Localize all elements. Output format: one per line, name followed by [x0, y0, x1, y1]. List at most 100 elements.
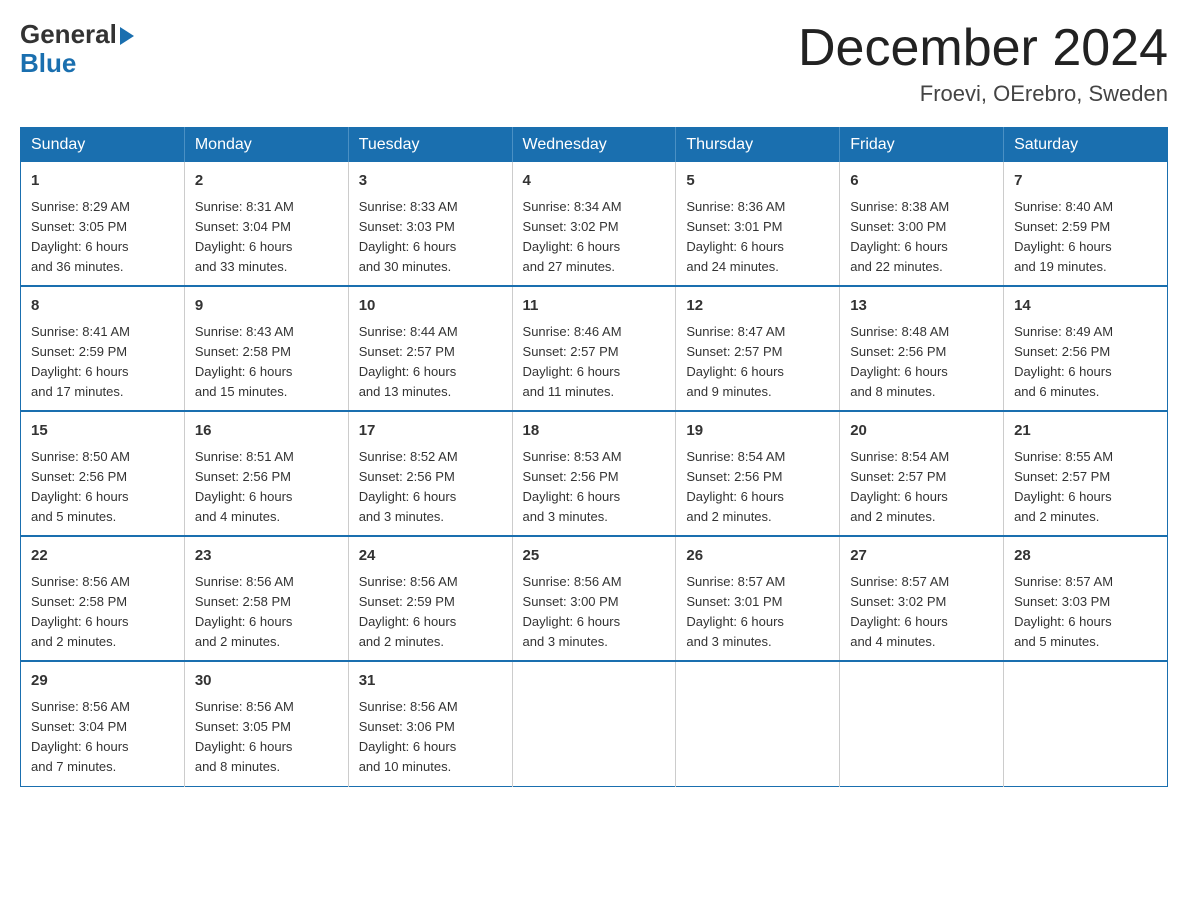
day-number: 2 — [195, 170, 338, 193]
header-wednesday: Wednesday — [512, 128, 676, 163]
header-saturday: Saturday — [1004, 128, 1168, 163]
day-info: Sunrise: 8:47 AMSunset: 2:57 PMDaylight:… — [686, 324, 785, 399]
calendar-cell — [1004, 661, 1168, 786]
logo-general-text: General — [20, 20, 134, 49]
day-number: 17 — [359, 420, 502, 443]
day-number: 8 — [31, 295, 174, 318]
calendar-cell: 22 Sunrise: 8:56 AMSunset: 2:58 PMDaylig… — [21, 536, 185, 661]
header-friday: Friday — [840, 128, 1004, 163]
day-info: Sunrise: 8:36 AMSunset: 3:01 PMDaylight:… — [686, 199, 785, 274]
day-info: Sunrise: 8:40 AMSunset: 2:59 PMDaylight:… — [1014, 199, 1113, 274]
calendar-cell — [840, 661, 1004, 786]
calendar-cell: 25 Sunrise: 8:56 AMSunset: 3:00 PMDaylig… — [512, 536, 676, 661]
header-sunday: Sunday — [21, 128, 185, 163]
page-header: General Blue December 2024 Froevi, OEreb… — [20, 20, 1168, 107]
day-number: 27 — [850, 545, 993, 568]
day-info: Sunrise: 8:56 AMSunset: 3:06 PMDaylight:… — [359, 699, 458, 774]
day-number: 23 — [195, 545, 338, 568]
day-number: 25 — [523, 545, 666, 568]
day-number: 28 — [1014, 545, 1157, 568]
day-info: Sunrise: 8:50 AMSunset: 2:56 PMDaylight:… — [31, 449, 130, 524]
calendar-cell: 8 Sunrise: 8:41 AMSunset: 2:59 PMDayligh… — [21, 286, 185, 411]
calendar-cell: 13 Sunrise: 8:48 AMSunset: 2:56 PMDaylig… — [840, 286, 1004, 411]
logo: General Blue — [20, 20, 134, 77]
day-info: Sunrise: 8:43 AMSunset: 2:58 PMDaylight:… — [195, 324, 294, 399]
day-number: 12 — [686, 295, 829, 318]
day-number: 10 — [359, 295, 502, 318]
day-info: Sunrise: 8:55 AMSunset: 2:57 PMDaylight:… — [1014, 449, 1113, 524]
day-info: Sunrise: 8:52 AMSunset: 2:56 PMDaylight:… — [359, 449, 458, 524]
calendar-cell — [512, 661, 676, 786]
calendar-week-3: 15 Sunrise: 8:50 AMSunset: 2:56 PMDaylig… — [21, 411, 1168, 536]
day-number: 13 — [850, 295, 993, 318]
calendar-cell: 5 Sunrise: 8:36 AMSunset: 3:01 PMDayligh… — [676, 162, 840, 286]
day-info: Sunrise: 8:57 AMSunset: 3:01 PMDaylight:… — [686, 574, 785, 649]
day-number: 16 — [195, 420, 338, 443]
month-title: December 2024 — [798, 20, 1168, 77]
calendar-cell: 26 Sunrise: 8:57 AMSunset: 3:01 PMDaylig… — [676, 536, 840, 661]
day-info: Sunrise: 8:29 AMSunset: 3:05 PMDaylight:… — [31, 199, 130, 274]
calendar-cell: 14 Sunrise: 8:49 AMSunset: 2:56 PMDaylig… — [1004, 286, 1168, 411]
calendar-cell: 30 Sunrise: 8:56 AMSunset: 3:05 PMDaylig… — [184, 661, 348, 786]
calendar-week-4: 22 Sunrise: 8:56 AMSunset: 2:58 PMDaylig… — [21, 536, 1168, 661]
calendar-cell: 21 Sunrise: 8:55 AMSunset: 2:57 PMDaylig… — [1004, 411, 1168, 536]
day-info: Sunrise: 8:53 AMSunset: 2:56 PMDaylight:… — [523, 449, 622, 524]
day-info: Sunrise: 8:56 AMSunset: 3:05 PMDaylight:… — [195, 699, 294, 774]
calendar-cell: 6 Sunrise: 8:38 AMSunset: 3:00 PMDayligh… — [840, 162, 1004, 286]
day-number: 22 — [31, 545, 174, 568]
day-info: Sunrise: 8:56 AMSunset: 2:59 PMDaylight:… — [359, 574, 458, 649]
calendar-cell: 9 Sunrise: 8:43 AMSunset: 2:58 PMDayligh… — [184, 286, 348, 411]
day-info: Sunrise: 8:46 AMSunset: 2:57 PMDaylight:… — [523, 324, 622, 399]
day-number: 5 — [686, 170, 829, 193]
day-info: Sunrise: 8:56 AMSunset: 3:04 PMDaylight:… — [31, 699, 130, 774]
calendar-cell: 3 Sunrise: 8:33 AMSunset: 3:03 PMDayligh… — [348, 162, 512, 286]
calendar-cell: 15 Sunrise: 8:50 AMSunset: 2:56 PMDaylig… — [21, 411, 185, 536]
day-info: Sunrise: 8:54 AMSunset: 2:57 PMDaylight:… — [850, 449, 949, 524]
day-number: 30 — [195, 670, 338, 693]
day-info: Sunrise: 8:33 AMSunset: 3:03 PMDaylight:… — [359, 199, 458, 274]
day-number: 9 — [195, 295, 338, 318]
day-info: Sunrise: 8:51 AMSunset: 2:56 PMDaylight:… — [195, 449, 294, 524]
day-number: 15 — [31, 420, 174, 443]
calendar-cell: 1 Sunrise: 8:29 AMSunset: 3:05 PMDayligh… — [21, 162, 185, 286]
calendar-cell: 2 Sunrise: 8:31 AMSunset: 3:04 PMDayligh… — [184, 162, 348, 286]
day-info: Sunrise: 8:38 AMSunset: 3:00 PMDaylight:… — [850, 199, 949, 274]
day-info: Sunrise: 8:56 AMSunset: 2:58 PMDaylight:… — [31, 574, 130, 649]
calendar-week-1: 1 Sunrise: 8:29 AMSunset: 3:05 PMDayligh… — [21, 162, 1168, 286]
day-info: Sunrise: 8:57 AMSunset: 3:03 PMDaylight:… — [1014, 574, 1113, 649]
calendar-week-5: 29 Sunrise: 8:56 AMSunset: 3:04 PMDaylig… — [21, 661, 1168, 786]
day-number: 24 — [359, 545, 502, 568]
calendar-cell: 10 Sunrise: 8:44 AMSunset: 2:57 PMDaylig… — [348, 286, 512, 411]
day-number: 14 — [1014, 295, 1157, 318]
day-info: Sunrise: 8:41 AMSunset: 2:59 PMDaylight:… — [31, 324, 130, 399]
day-info: Sunrise: 8:48 AMSunset: 2:56 PMDaylight:… — [850, 324, 949, 399]
calendar-cell: 7 Sunrise: 8:40 AMSunset: 2:59 PMDayligh… — [1004, 162, 1168, 286]
calendar-cell: 20 Sunrise: 8:54 AMSunset: 2:57 PMDaylig… — [840, 411, 1004, 536]
day-number: 7 — [1014, 170, 1157, 193]
day-number: 1 — [31, 170, 174, 193]
day-number: 6 — [850, 170, 993, 193]
day-number: 31 — [359, 670, 502, 693]
calendar-cell: 24 Sunrise: 8:56 AMSunset: 2:59 PMDaylig… — [348, 536, 512, 661]
calendar-table: Sunday Monday Tuesday Wednesday Thursday… — [20, 127, 1168, 786]
header-tuesday: Tuesday — [348, 128, 512, 163]
calendar-cell: 18 Sunrise: 8:53 AMSunset: 2:56 PMDaylig… — [512, 411, 676, 536]
day-number: 19 — [686, 420, 829, 443]
day-number: 18 — [523, 420, 666, 443]
calendar-cell: 16 Sunrise: 8:51 AMSunset: 2:56 PMDaylig… — [184, 411, 348, 536]
header-thursday: Thursday — [676, 128, 840, 163]
calendar-cell: 28 Sunrise: 8:57 AMSunset: 3:03 PMDaylig… — [1004, 536, 1168, 661]
calendar-cell — [676, 661, 840, 786]
calendar-week-2: 8 Sunrise: 8:41 AMSunset: 2:59 PMDayligh… — [21, 286, 1168, 411]
day-info: Sunrise: 8:34 AMSunset: 3:02 PMDaylight:… — [523, 199, 622, 274]
day-number: 29 — [31, 670, 174, 693]
day-number: 4 — [523, 170, 666, 193]
day-info: Sunrise: 8:57 AMSunset: 3:02 PMDaylight:… — [850, 574, 949, 649]
day-info: Sunrise: 8:54 AMSunset: 2:56 PMDaylight:… — [686, 449, 785, 524]
logo-blue-text: Blue — [20, 49, 134, 78]
day-info: Sunrise: 8:56 AMSunset: 2:58 PMDaylight:… — [195, 574, 294, 649]
day-number: 11 — [523, 295, 666, 318]
day-info: Sunrise: 8:31 AMSunset: 3:04 PMDaylight:… — [195, 199, 294, 274]
calendar-cell: 11 Sunrise: 8:46 AMSunset: 2:57 PMDaylig… — [512, 286, 676, 411]
day-info: Sunrise: 8:49 AMSunset: 2:56 PMDaylight:… — [1014, 324, 1113, 399]
